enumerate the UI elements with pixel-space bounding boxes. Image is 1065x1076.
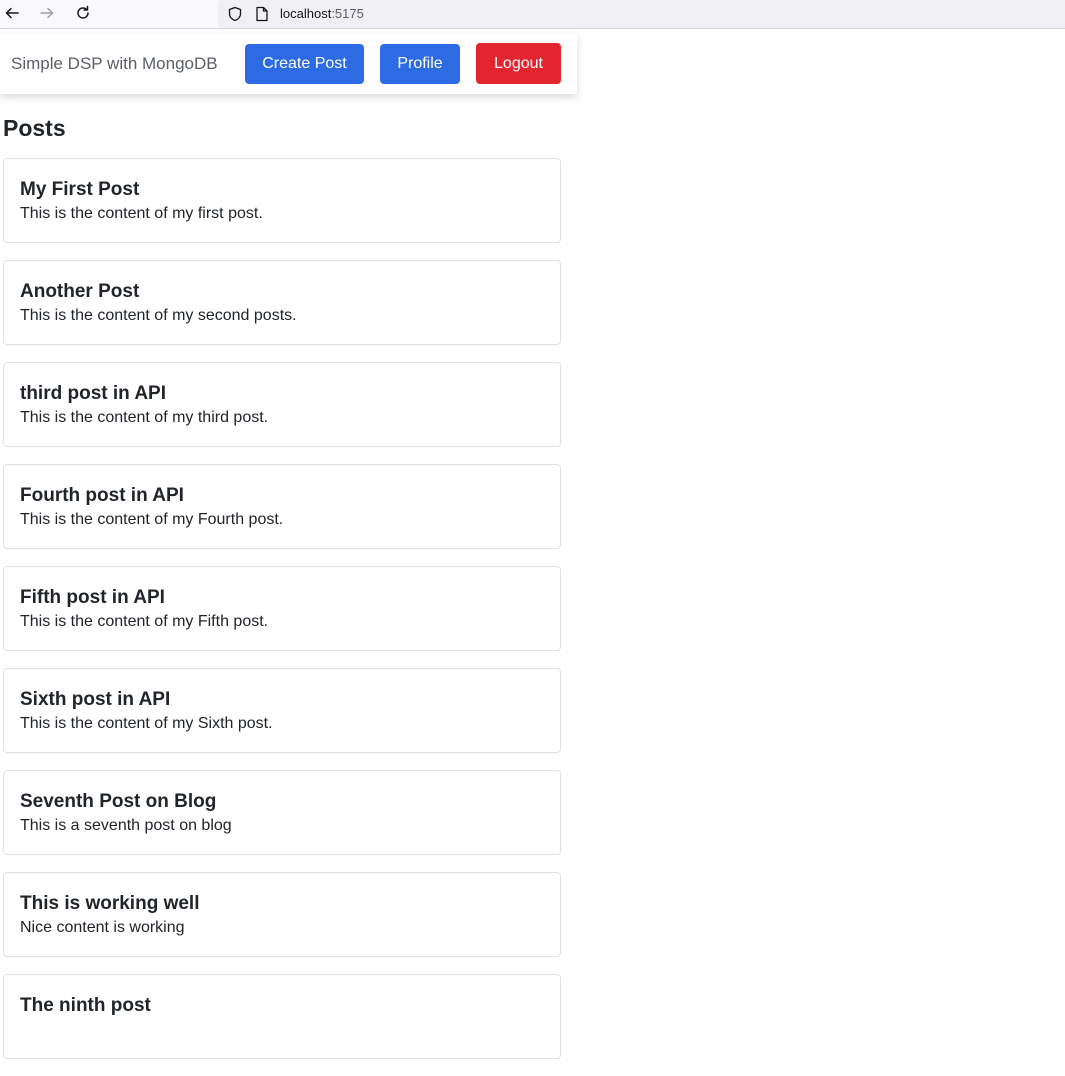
- reload-button[interactable]: [73, 3, 93, 23]
- back-button[interactable]: [2, 3, 22, 23]
- arrow-left-icon: [5, 7, 19, 19]
- app-navbar: Simple DSP with MongoDB Create Post Prof…: [0, 34, 577, 94]
- post-card[interactable]: This is working well Nice content is wor…: [3, 872, 561, 957]
- post-card[interactable]: The ninth post: [3, 974, 561, 1059]
- post-title: Sixth post in API: [20, 689, 171, 710]
- posts-list: My First Post This is the content of my …: [3, 158, 561, 1076]
- post-title: Another Post: [20, 281, 140, 302]
- post-content: This is the content of my Fourth post.: [20, 511, 284, 528]
- post-content: This is the content of my third post.: [20, 409, 269, 426]
- url-bar[interactable]: localhost:5175: [218, 0, 1065, 28]
- post-card[interactable]: Seventh Post on Blog This is a seventh p…: [3, 770, 561, 855]
- post-title: Seventh Post on Blog: [20, 791, 217, 812]
- post-content: This is a seventh post on blog: [20, 817, 232, 834]
- post-card[interactable]: Sixth post in API This is the content of…: [3, 668, 561, 753]
- url-port: :5175: [331, 6, 364, 21]
- post-card[interactable]: Another Post This is the content of my s…: [3, 260, 561, 345]
- forward-button[interactable]: [37, 3, 57, 23]
- post-title: Fourth post in API: [20, 485, 184, 506]
- brand-title[interactable]: Simple DSP with MongoDB: [11, 54, 218, 74]
- post-content: Nice content is working: [20, 919, 185, 936]
- post-card[interactable]: third post in API This is the content of…: [3, 362, 561, 447]
- post-content: This is the content of my first post.: [20, 205, 263, 222]
- post-card[interactable]: My First Post This is the content of my …: [3, 158, 561, 243]
- post-title: third post in API: [20, 383, 167, 404]
- reload-icon: [77, 5, 89, 19]
- post-title: My First Post: [20, 179, 140, 200]
- post-content: This is the content of my Sixth post.: [20, 715, 273, 732]
- create-post-button[interactable]: Create Post: [245, 44, 364, 84]
- url-host: localhost: [280, 6, 332, 21]
- post-title: This is working well: [20, 893, 200, 914]
- page-icon: [256, 6, 268, 22]
- url-text[interactable]: localhost:5175: [280, 6, 364, 22]
- page-title: Posts: [3, 115, 66, 141]
- logout-button[interactable]: Logout: [476, 43, 561, 84]
- post-title: Fifth post in API: [20, 587, 165, 608]
- profile-button[interactable]: Profile: [380, 44, 460, 84]
- post-card[interactable]: Fifth post in API This is the content of…: [3, 566, 561, 651]
- post-title: The ninth post: [20, 995, 151, 1016]
- browser-toolbar: localhost:5175: [0, 0, 1065, 29]
- shield-icon[interactable]: [227, 6, 243, 22]
- arrow-right-icon: [40, 7, 54, 19]
- post-content: This is the content of my second posts.: [20, 307, 297, 324]
- post-card[interactable]: Fourth post in API This is the content o…: [3, 464, 561, 549]
- post-content: This is the content of my Fifth post.: [20, 613, 269, 630]
